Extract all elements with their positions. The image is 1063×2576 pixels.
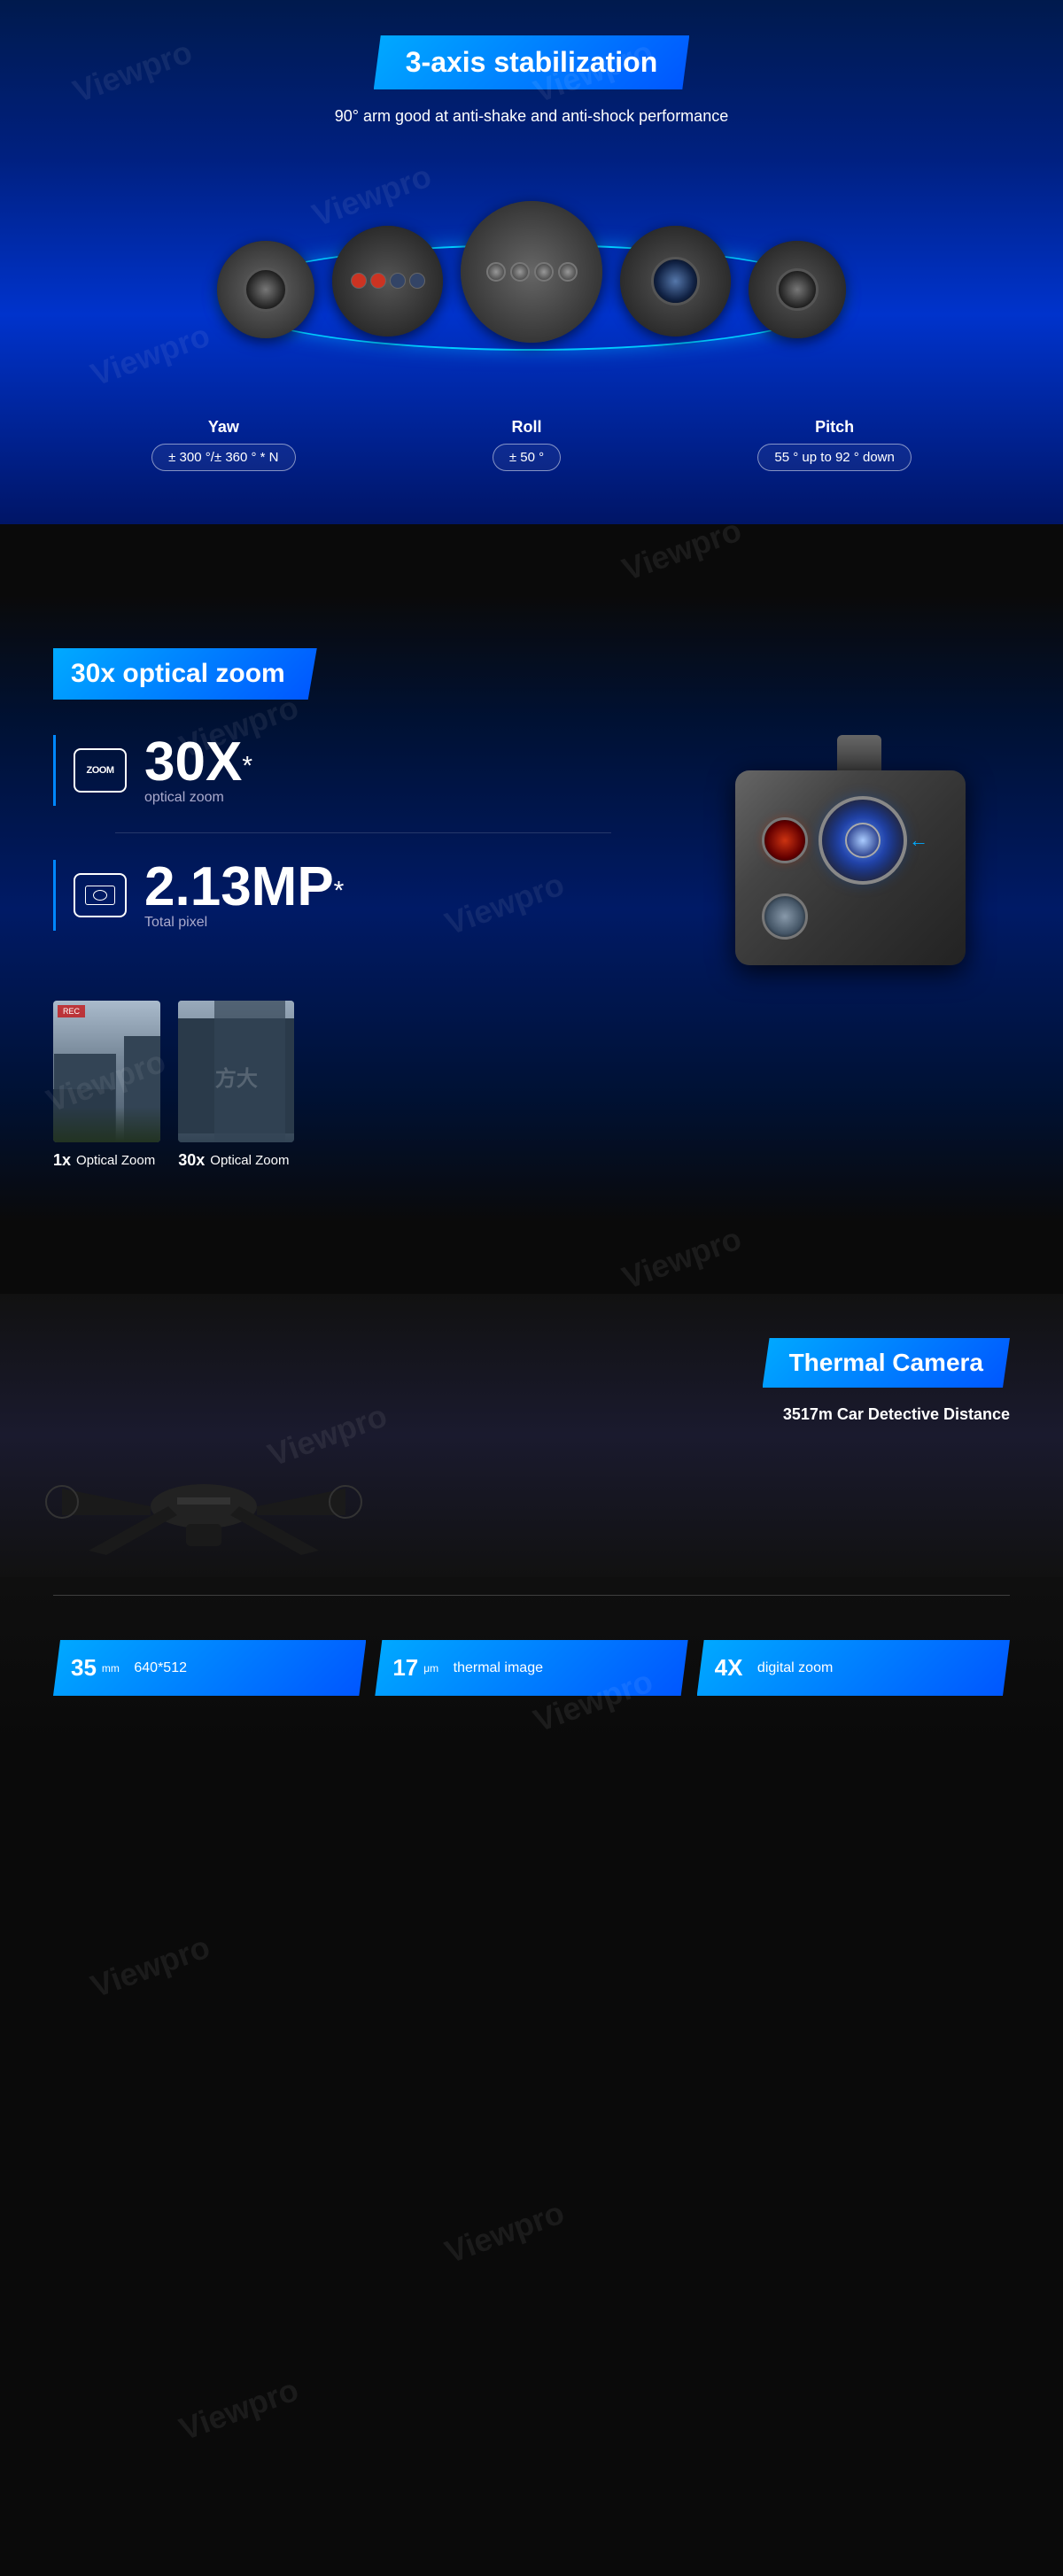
zoom-1x-container: REC 1x Optical Zoom bbox=[53, 1001, 160, 1170]
stabilization-subtitle: 90° arm good at anti-shake and anti-shoc… bbox=[53, 107, 1010, 126]
stat-divider bbox=[115, 832, 611, 833]
thermal-divider bbox=[53, 1595, 1010, 1596]
lens-row-2 bbox=[762, 893, 948, 940]
gap-1 bbox=[0, 524, 1063, 595]
lens-big: ← bbox=[819, 796, 907, 885]
mp-icon bbox=[74, 873, 127, 917]
arrow-indicator: ← bbox=[909, 829, 928, 852]
zoom-mp-info: 2.13MP* Total pixel bbox=[144, 860, 344, 931]
chip-1-unit: mm bbox=[102, 1662, 120, 1675]
mp-icon-inner bbox=[85, 886, 115, 905]
watermark-13: Viewpro bbox=[440, 2193, 569, 2270]
camera-5 bbox=[749, 241, 846, 338]
chip-2-detail: thermal image bbox=[454, 1660, 543, 1676]
zoom-camera-image: ← bbox=[709, 735, 1010, 965]
zoom-1x-label: 1x Optical Zoom bbox=[53, 1151, 160, 1170]
lens-big-inner bbox=[845, 823, 881, 858]
pitch-label: Pitch bbox=[757, 418, 911, 437]
zoom-stats: ZOOM 30X* optical zoom 2.13MP* bbox=[53, 735, 673, 931]
lens-array: ← bbox=[735, 770, 966, 965]
roll-spec: Roll ± 50 ° bbox=[493, 418, 561, 471]
drone-svg bbox=[35, 1400, 372, 1577]
cameras-display bbox=[53, 152, 1010, 400]
zoom-30x-text: Optical Zoom bbox=[210, 1153, 289, 1168]
zoom-mp-number: 2.13MP* bbox=[144, 860, 344, 915]
chip-3-detail: digital zoom bbox=[757, 1660, 833, 1676]
roll-label: Roll bbox=[493, 418, 561, 437]
thermal-chips-row: 35 mm 640*512 17 μm thermal image 4X digit… bbox=[0, 1613, 1063, 1696]
zoom-30x-stat: ZOOM 30X* optical zoom bbox=[53, 735, 673, 806]
zoom-30x-info: 30X* optical zoom bbox=[144, 735, 252, 806]
stabilization-title: 3-axis stabilization bbox=[374, 35, 690, 89]
zoom-30x-container: REC 方大 30x Optical Zoom bbox=[178, 1001, 294, 1170]
yaw-value: ± 300 °/± 360 ° * N bbox=[151, 444, 295, 471]
camera-main-body: ← bbox=[735, 770, 966, 965]
camera-3d: ← bbox=[735, 735, 983, 965]
lens-red bbox=[762, 817, 808, 863]
zoom-icon-label: ZOOM bbox=[87, 765, 114, 776]
specs-row: Yaw ± 300 °/± 360 ° * N Roll ± 50 ° Pitc… bbox=[53, 418, 1010, 471]
drone-area: Thermal Camera 3517m Car Detective Dista… bbox=[0, 1294, 1063, 1577]
pitch-spec: Pitch 55 ° up to 92 ° down bbox=[757, 418, 911, 471]
thermal-chip-2: 17 μm thermal image bbox=[375, 1640, 687, 1696]
camera-1 bbox=[217, 241, 314, 338]
zoom-icon: ZOOM bbox=[74, 748, 127, 793]
camera-center bbox=[461, 201, 602, 343]
thermal-subtitle: 3517m Car Detective Distance bbox=[763, 1405, 1010, 1424]
zoom-1x-hud: REC bbox=[58, 1005, 85, 1017]
camera-2 bbox=[332, 226, 443, 337]
chip-2-value: 17 bbox=[392, 1654, 418, 1682]
building-zoom-right bbox=[214, 1001, 285, 1142]
zoom-30x-number: 30X* bbox=[144, 735, 252, 790]
chip-3-value: 4X bbox=[715, 1654, 743, 1682]
lens-gray bbox=[762, 893, 808, 940]
zoom-mp-value: 2.13MP bbox=[144, 856, 334, 917]
pitch-value: 55 ° up to 92 ° down bbox=[757, 444, 911, 471]
zoom-30x-image: REC 方大 bbox=[178, 1001, 294, 1142]
zoom-section: 30x optical zoom ZOOM 30X* optical zoom bbox=[0, 595, 1063, 1223]
zoom-mp-stat: 2.13MP* Total pixel bbox=[53, 860, 673, 931]
lens-row-1: ← bbox=[762, 796, 948, 885]
camera-3d-container: ← bbox=[735, 735, 983, 965]
zoom-1x-text: Optical Zoom bbox=[76, 1153, 155, 1168]
chip-2-unit: μm bbox=[423, 1662, 438, 1675]
zoom-30x-multiplier: 30x bbox=[178, 1151, 205, 1170]
gap-2 bbox=[0, 1223, 1063, 1294]
bottom-padding bbox=[0, 1749, 1063, 1855]
watermark-14: Viewpro bbox=[175, 2371, 303, 2448]
camera-4 bbox=[620, 226, 731, 337]
zoom-star-2: * bbox=[334, 877, 345, 906]
trees-area bbox=[53, 1107, 160, 1142]
zoom-1x-image: REC bbox=[53, 1001, 160, 1142]
chip-1-detail: 640*512 bbox=[134, 1660, 187, 1676]
stabilization-section: 3-axis stabilization 90° arm good at ant… bbox=[0, 0, 1063, 524]
watermark-12: Viewpro bbox=[86, 1928, 214, 2005]
thermal-chip-1: 35 mm 640*512 bbox=[53, 1640, 366, 1696]
thermal-title: Thermal Camera bbox=[763, 1338, 1010, 1388]
yaw-spec: Yaw ± 300 °/± 360 ° * N bbox=[151, 418, 295, 471]
thermal-section: Thermal Camera 3517m Car Detective Dista… bbox=[0, 1294, 1063, 1749]
zoom-star-1: * bbox=[242, 752, 252, 781]
yaw-label: Yaw bbox=[151, 418, 295, 437]
zoom-1x-multiplier: 1x bbox=[53, 1151, 71, 1170]
roll-value: ± 50 ° bbox=[493, 444, 561, 471]
thermal-title-area: Thermal Camera 3517m Car Detective Dista… bbox=[763, 1338, 1010, 1424]
zoom-30x-value: 30X bbox=[144, 731, 242, 793]
zoom-title: 30x optical zoom bbox=[53, 648, 317, 700]
zoom-30x-label: 30x Optical Zoom bbox=[178, 1151, 294, 1170]
thermal-chip-3: 4X digital zoom bbox=[697, 1640, 1010, 1696]
zoom-content: ZOOM 30X* optical zoom 2.13MP* bbox=[53, 735, 1010, 965]
chip-1-value: 35 bbox=[71, 1654, 97, 1682]
zoom-compare: REC 1x Optical Zoom REC bbox=[53, 1001, 1010, 1170]
